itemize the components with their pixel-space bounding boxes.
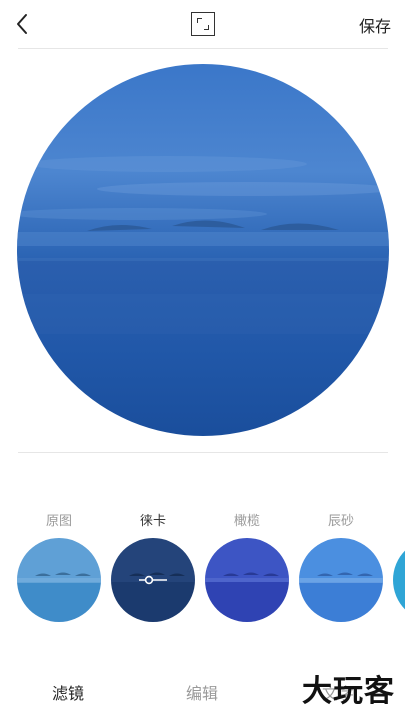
filter-thumbnails bbox=[0, 538, 405, 626]
back-button[interactable] bbox=[10, 10, 36, 38]
filter-label-olive: 橄榄 bbox=[233, 514, 260, 529]
photo-editor-screen: 保存 原图 徕卡 橄榄 辰砂 滤镜 编辑 文字 大玩客 bbox=[0, 0, 405, 720]
filter-label-cinnabar: 辰砂 bbox=[327, 514, 354, 529]
filter-label-leica: 徕卡 bbox=[139, 514, 166, 529]
chevron-left-icon bbox=[17, 14, 27, 34]
filter-labels: 原图 徕卡 橄榄 辰砂 bbox=[0, 510, 405, 530]
crop-frame-icon bbox=[197, 18, 202, 23]
tab-filter[interactable]: 滤镜 bbox=[52, 680, 84, 704]
photo-preview bbox=[17, 64, 389, 436]
top-bar: 保存 bbox=[0, 0, 405, 48]
save-button[interactable]: 保存 bbox=[359, 13, 391, 37]
filter-thumb-original[interactable] bbox=[17, 538, 101, 622]
filter-thumb-cinnabar[interactable] bbox=[299, 538, 383, 622]
divider bbox=[18, 452, 388, 453]
filter-thumb-olive[interactable] bbox=[205, 538, 289, 622]
watermark-logo: 大玩客 bbox=[302, 674, 395, 709]
divider bbox=[18, 48, 388, 49]
filter-thumb-partial[interactable] bbox=[393, 538, 405, 622]
filter-label-original: 原图 bbox=[45, 514, 72, 529]
tab-edit[interactable]: 编辑 bbox=[186, 680, 218, 704]
crop-frame-icon bbox=[204, 25, 209, 30]
filter-thumb-leica[interactable] bbox=[111, 538, 195, 622]
crop-button[interactable] bbox=[191, 12, 215, 36]
